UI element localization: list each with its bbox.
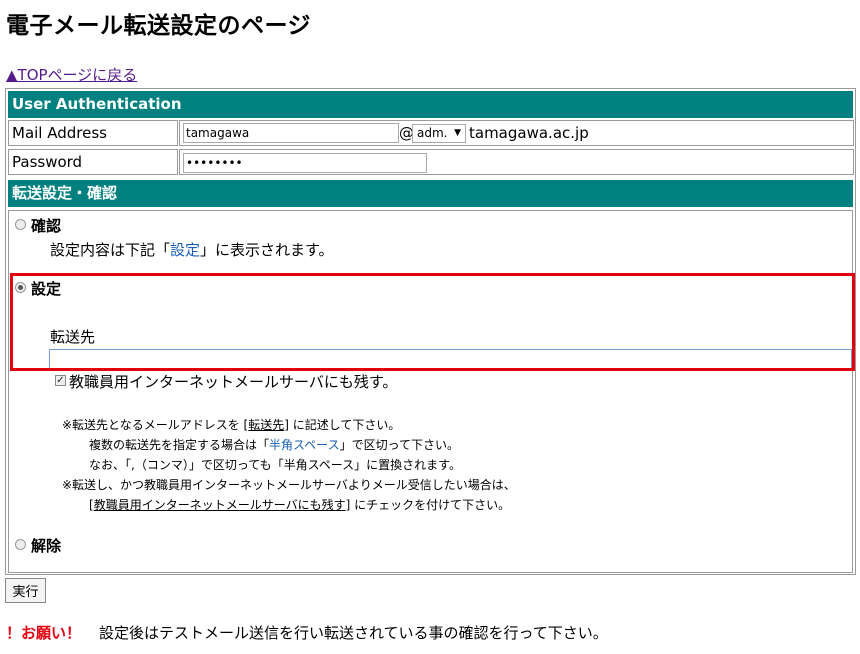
mail-address-label: Mail Address — [8, 120, 178, 146]
note-2-prefix: 複数の転送先を指定する場合は「 — [89, 438, 270, 452]
domain-select-value: adm. — [417, 126, 448, 140]
page-title: 電子メール転送設定のページ — [6, 13, 312, 39]
note-line-4: ※転送し、かつ教職員用インターネットメールサーバよりメール受信したい場合は、 — [62, 478, 516, 492]
note-line-2: 複数の転送先を指定する場合は「半角スペース」で区切って下さい。 — [89, 437, 459, 454]
keep-copy-checkbox[interactable]: ✓ — [55, 375, 66, 386]
auth-section-header: User Authentication — [8, 91, 853, 118]
forward-destination-label: 転送先 — [50, 328, 96, 346]
cancel-radio[interactable] — [15, 539, 26, 550]
note-1-link: 転送先 — [248, 418, 285, 432]
forward-section-header: 転送設定・確認 — [8, 180, 853, 207]
note-5-suffix: ] にチェックを付けて下さい。 — [345, 498, 511, 512]
setting-radio[interactable] — [15, 282, 26, 293]
cancel-label: 解除 — [31, 537, 62, 555]
domain-suffix: tamagawa.ac.jp — [469, 124, 589, 142]
mail-address-cell: @ adm. ▼ tamagawa.ac.jp — [179, 120, 854, 146]
keep-copy-label: 教職員用インターネットメールサーバにも残す。 — [69, 373, 398, 391]
warning-text: 設定後はテストメール送信を行い転送されている事の確認を行って下さい。 — [99, 624, 608, 642]
settings-form: User Authentication Mail Address @ adm. … — [5, 88, 856, 575]
note-line-3: なお、「,（コンマ）」で区切っても「半角スペース」に置換されます。 — [89, 458, 461, 472]
forward-options: 確認 設定内容は下記「設定」に表示されます。 設定 転送先 ✓ 教職員用インター… — [8, 210, 855, 573]
top-page-link[interactable]: ▲TOPページに戻る — [6, 64, 137, 85]
note-1-prefix: ※転送先となるメールアドレスを [ — [62, 418, 249, 432]
note-line-1: ※転送先となるメールアドレスを [転送先] に記述して下さい。 — [62, 417, 400, 434]
execute-button[interactable]: 実行 — [5, 578, 46, 603]
password-label: Password — [8, 149, 178, 175]
confirm-desc-suffix: 」に表示されます。 — [200, 241, 334, 259]
warning-title: ！お願い！ — [6, 624, 82, 642]
note-2-link: 半角スペース — [269, 438, 340, 452]
confirm-desc-link: 設定 — [170, 241, 201, 259]
password-cell — [179, 149, 854, 175]
mail-address-input[interactable] — [183, 123, 399, 143]
note-line-5: [教職員用インターネットメールサーバにも残す] にチェックを付けて下さい。 — [89, 497, 510, 514]
confirm-label: 確認 — [31, 217, 62, 235]
confirm-description: 設定内容は下記「設定」に表示されます。 — [50, 239, 334, 260]
confirm-desc-prefix: 設定内容は下記「 — [50, 241, 171, 259]
note-2-suffix: 」で区切って下さい。 — [339, 438, 459, 452]
dropdown-arrow-icon: ▼ — [454, 128, 461, 138]
note-1-suffix: ] に記述して下さい。 — [284, 418, 401, 432]
domain-select[interactable]: adm. ▼ — [412, 124, 466, 143]
confirm-radio[interactable] — [15, 219, 26, 230]
note-5-link: 教職員用インターネットメールサーバにも残す — [93, 498, 346, 512]
setting-label: 設定 — [31, 280, 62, 298]
forward-destination-input[interactable] — [49, 349, 852, 369]
password-input[interactable] — [183, 153, 427, 173]
